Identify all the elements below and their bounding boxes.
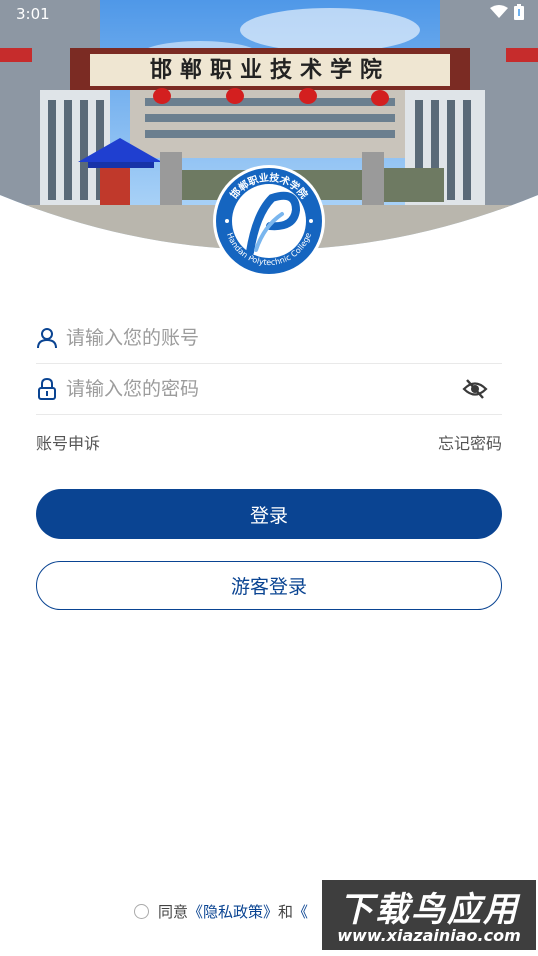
password-field: [36, 364, 502, 415]
agree-prefix: 同意: [158, 902, 189, 921]
agree-radio[interactable]: [134, 903, 149, 919]
status-time: 3:01: [16, 5, 50, 23]
password-input[interactable]: [66, 378, 462, 400]
login-button[interactable]: 登录: [36, 489, 502, 539]
gate-sign-text: 邯郸职业技术学院: [150, 57, 390, 83]
college-logo: 邯郸职业技术学院 Handan Polytechnic College: [212, 164, 326, 278]
agree-conjunction: 和: [278, 902, 294, 921]
user-agreement-link[interactable]: 《: [293, 901, 308, 922]
account-appeal-link[interactable]: 账号申诉: [36, 430, 100, 454]
eye-off-icon[interactable]: [462, 376, 488, 402]
user-icon: [37, 328, 57, 349]
watermark-url: www.xiazainiao.com: [337, 926, 521, 945]
auxiliary-links: 账号申诉 忘记密码: [36, 430, 502, 454]
wifi-icon: [490, 5, 508, 18]
status-bar: 3:01: [0, 0, 538, 28]
forgot-password-link[interactable]: 忘记密码: [438, 430, 502, 454]
battery-icon: [514, 4, 524, 20]
watermark: 下载鸟应用 www.xiazainiao.com: [322, 880, 536, 950]
watermark-title: 下载鸟应用: [339, 890, 519, 930]
privacy-policy-link[interactable]: 《隐私政策》: [188, 901, 278, 922]
agreement-row: 同意 《隐私政策》 和 《: [134, 899, 308, 923]
account-field: [36, 313, 502, 364]
guest-login-button[interactable]: 游客登录: [36, 561, 502, 610]
account-input[interactable]: [66, 327, 502, 349]
lock-icon: [38, 378, 56, 400]
